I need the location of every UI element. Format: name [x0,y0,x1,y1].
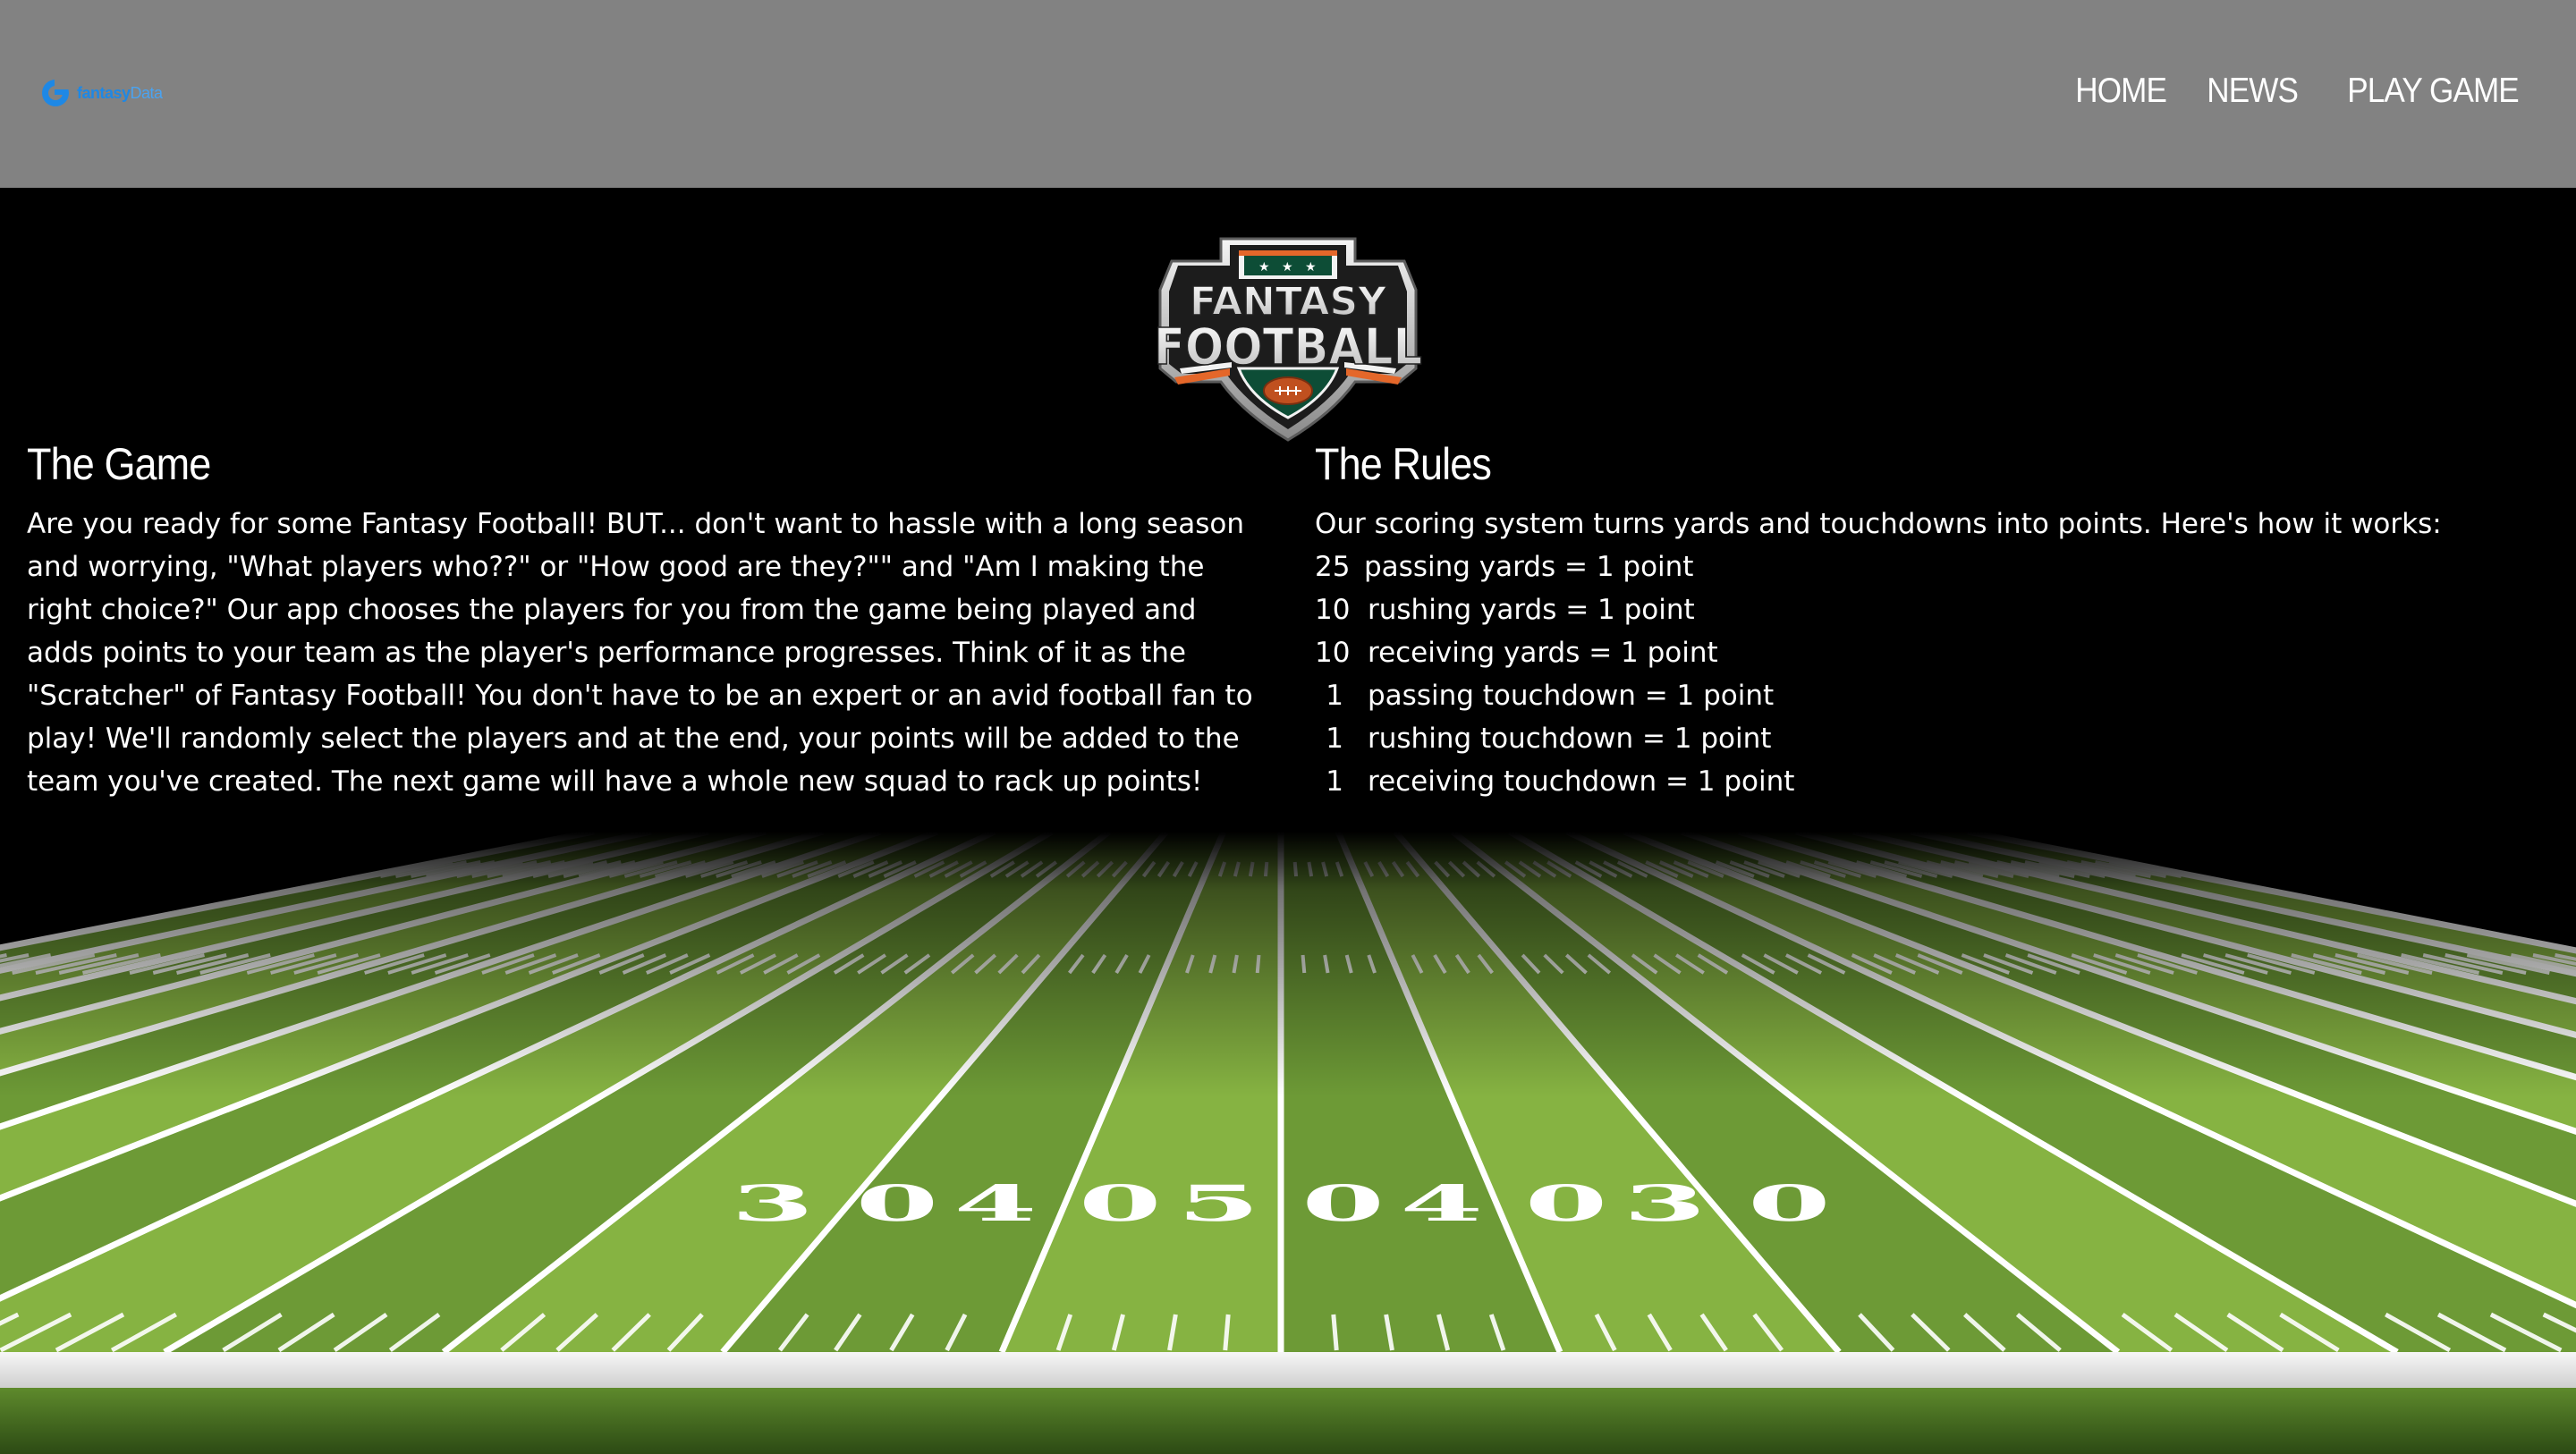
game-heading: The Game [27,439,211,489]
rules-heading: The Rules [1315,439,1492,489]
rule-item-value: 1 [1326,680,1343,712]
rule-item: 1 receiving touchdown = 1 point [1315,760,2567,803]
field-sideline [0,1352,2576,1388]
rule-item-value: 1 [1326,723,1343,755]
rule-item: 25 passing yards = 1 point [1315,545,2567,588]
brand-logo[interactable]: fantasyData [39,75,163,111]
rule-item-text: rushing yards = 1 point [1368,594,1695,626]
rule-item-value: 10 [1315,594,1351,626]
nav-links: HOME NEWS PLAY GAME [2065,72,2519,111]
hash-mark [1223,1314,1231,1351]
brand-name: fantasyData [77,84,163,103]
rule-item-text: receiving yards = 1 point [1368,637,1718,669]
logo-line2: FOOTBALL [1154,318,1422,376]
rule-item-value: 10 [1315,637,1351,669]
rule-item: 1 rushing touchdown = 1 point [1315,717,2567,760]
fantasy-football-shield-icon: ★ ★ ★ FANTASY FOOTBALL [1153,237,1423,442]
game-section: The Game Are you ready for some Fantasy … [27,438,1279,803]
rules-list: 25 passing yards = 1 point 10 rushing yard… [1315,545,2567,803]
rule-item-text: receiving touchdown = 1 point [1368,765,1795,798]
rule-item-value: 1 [1326,765,1343,798]
rule-item: 10 rushing yards = 1 point [1315,588,2567,631]
rule-item-value: 25 [1315,551,1351,583]
fantasy-football-logo: ★ ★ ★ FANTASY FOOTBALL [1105,234,1471,444]
rule-item: 1 passing touchdown = 1 point [1315,674,2567,717]
rules-section: The Rules Our scoring system turns yards… [1315,438,2567,803]
rule-item-text: passing yards = 1 point [1364,551,1694,583]
brand-name-bold: fantasy [77,83,131,102]
hash-mark [1331,1314,1339,1351]
rule-item-text: rushing touchdown = 1 point [1368,723,1772,755]
svg-text:★: ★ [1258,260,1270,275]
rule-item: 10 receiving yards = 1 point [1315,631,2567,674]
nav-play-game-link[interactable]: PLAY GAME [2347,72,2519,111]
top-navbar: fantasyData HOME NEWS PLAY GAME [0,0,2576,188]
brand-name-light: Data [130,83,164,102]
nav-home-link[interactable]: HOME [2075,72,2167,111]
fantasy-logo-icon [42,80,69,106]
football-field-background: 3 04 05 04 03 0 [0,832,2576,1454]
rules-intro: Our scoring system turns yards and touch… [1315,508,2442,540]
rule-item-text: passing touchdown = 1 point [1368,680,1775,712]
svg-text:★: ★ [1305,260,1317,275]
nav-news-link[interactable]: NEWS [2207,72,2299,111]
game-description: Are you ready for some Fantasy Football!… [27,508,1253,798]
svg-text:★: ★ [1282,260,1293,275]
